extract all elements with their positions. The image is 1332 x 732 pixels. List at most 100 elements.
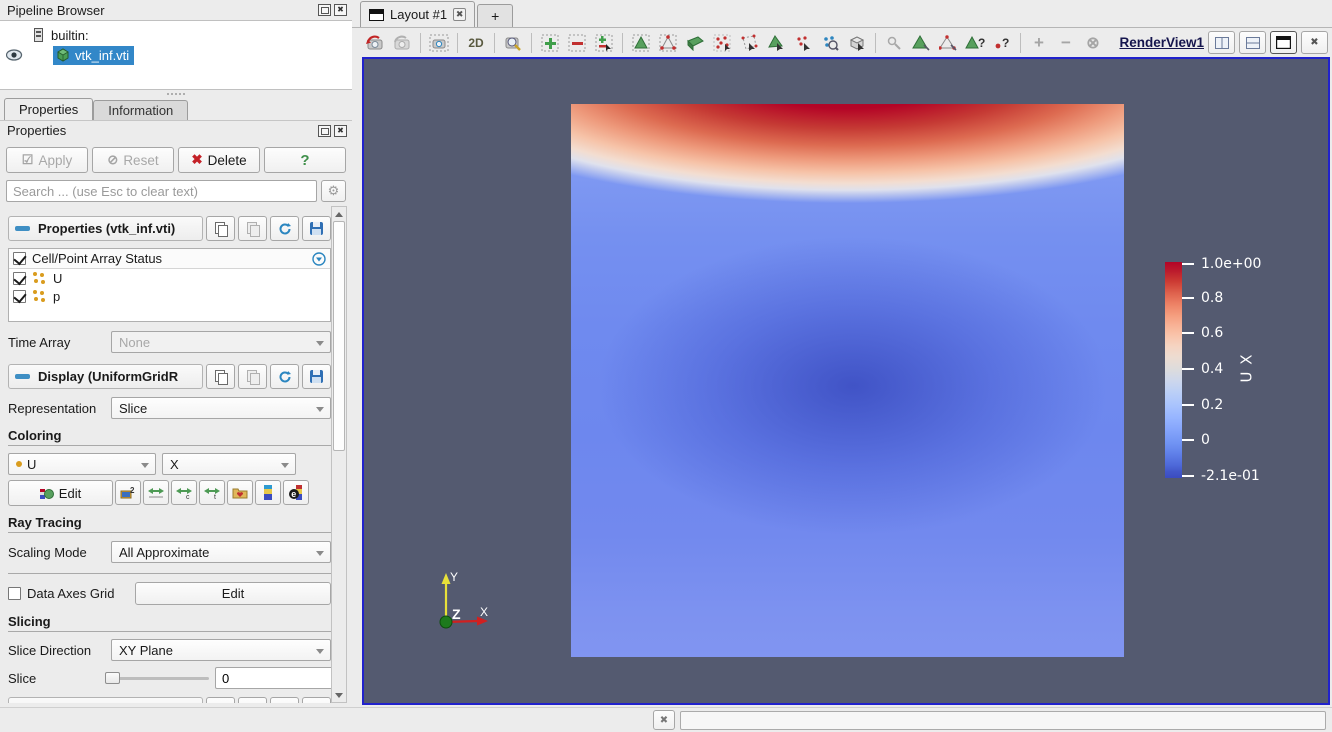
array-row-U[interactable]: U — [9, 269, 330, 287]
select-block-button[interactable] — [790, 31, 816, 55]
horizontal-splitter[interactable] — [0, 90, 352, 97]
eye-icon[interactable] — [6, 49, 23, 61]
edit-color-map-button[interactable]: Edit — [8, 480, 113, 506]
reset-button[interactable]: ⊘ Reset — [92, 147, 174, 173]
copy-properties-button[interactable] — [206, 216, 235, 241]
properties-scrollbar[interactable] — [331, 206, 347, 703]
pipeline-item-source[interactable]: vtk_inf.vti — [0, 45, 352, 65]
shrink-selection-button[interactable]: − — [1053, 31, 1079, 55]
maximize-view-button[interactable] — [1270, 31, 1297, 54]
toggle-color-legend-button[interactable] — [255, 480, 281, 505]
hover-points-button[interactable] — [881, 31, 907, 55]
color-component-combo[interactable]: X — [162, 453, 296, 475]
properties-section-header[interactable]: Properties (vtk_inf.vti) — [8, 216, 331, 241]
query-cells-button[interactable]: ? — [962, 31, 988, 55]
pipeline-item-builtin[interactable]: builtin: — [0, 25, 352, 45]
subtract-selection-button[interactable] — [564, 31, 590, 55]
capture-screenshot-button[interactable] — [426, 31, 452, 55]
render-viewport[interactable]: 1.0e+00 0.8 0.6 0.4 0.2 0 -2.1e-01 U X Y… — [362, 57, 1330, 705]
scroll-up-icon[interactable] — [333, 208, 345, 220]
refresh-icon — [278, 703, 292, 704]
query-points-button[interactable]: ? — [989, 31, 1015, 55]
scroll-down-icon[interactable] — [333, 689, 345, 701]
split-vertical-button[interactable] — [1239, 31, 1266, 54]
paste-display-button[interactable] — [238, 364, 267, 389]
close-icon[interactable]: ✖ — [334, 125, 347, 137]
copy-view-button[interactable] — [206, 697, 235, 703]
select-points-through-button[interactable] — [709, 31, 735, 55]
slice-direction-combo[interactable]: XY Plane — [111, 639, 331, 661]
slice-value-input[interactable] — [215, 667, 331, 689]
tab-information[interactable]: Information — [93, 100, 188, 120]
array-status-header[interactable]: Cell/Point Array Status — [9, 249, 330, 269]
scroll-thumb[interactable] — [333, 221, 345, 451]
paste-view-button[interactable] — [238, 697, 267, 703]
grow-selection-button[interactable]: + — [1026, 31, 1052, 55]
reset-camera-closest-button[interactable] — [389, 31, 415, 55]
render-view-name[interactable]: RenderView1 — [1119, 35, 1204, 50]
zoom-to-data-button[interactable] — [500, 31, 526, 55]
help-button[interactable]: ? — [264, 147, 346, 173]
apply-button[interactable]: ☑ Apply — [6, 147, 88, 173]
select-cells-on-button[interactable] — [628, 31, 654, 55]
toggle-selection-button[interactable] — [591, 31, 617, 55]
edit-color-legend-button[interactable]: e — [283, 480, 309, 505]
select-points-polygon-button[interactable] — [763, 31, 789, 55]
choose-preset-button[interactable] — [227, 480, 253, 505]
clear-selection-button[interactable]: ⊗ — [1080, 31, 1106, 55]
reload-display-button[interactable] — [270, 364, 299, 389]
slider-handle[interactable] — [105, 672, 120, 684]
undock-icon[interactable] — [318, 125, 331, 137]
slice-visualization[interactable] — [571, 104, 1124, 657]
select-points-on-button[interactable] — [655, 31, 681, 55]
abort-button[interactable]: ✖ — [653, 710, 675, 730]
selected-source[interactable]: vtk_inf.vti — [53, 46, 134, 65]
data-axes-edit-button[interactable]: Edit — [135, 582, 331, 605]
interactive-select-cells-button[interactable] — [817, 31, 843, 55]
new-layout-tab[interactable]: + — [477, 4, 513, 27]
close-tab-icon[interactable]: ✖ — [453, 8, 466, 21]
reload-view-button[interactable] — [270, 697, 299, 703]
reset-camera-button[interactable] — [362, 31, 388, 55]
save-defaults-button[interactable] — [302, 216, 331, 241]
slice-slider[interactable] — [105, 670, 209, 686]
reload-properties-button[interactable] — [270, 216, 299, 241]
rescale-visible-button[interactable]: t — [199, 480, 225, 505]
view-section-header[interactable]: View (Render View) — [8, 697, 331, 703]
copy-display-button[interactable] — [206, 364, 235, 389]
scaling-mode-combo[interactable]: All Approximate — [111, 541, 331, 563]
time-array-combo[interactable]: None — [111, 331, 331, 353]
rescale-temporal-button[interactable]: c — [171, 480, 197, 505]
select-mesh-points-button[interactable] — [935, 31, 961, 55]
array-row-p[interactable]: p — [9, 287, 330, 305]
add-selection-button[interactable] — [537, 31, 563, 55]
select-cells-through-button[interactable] — [682, 31, 708, 55]
array-status-checkbox[interactable] — [13, 252, 26, 265]
close-icon[interactable]: ✖ — [334, 4, 347, 16]
display-section-header[interactable]: Display (UniformGridR — [8, 364, 331, 389]
select-cells-polygon-button[interactable] — [736, 31, 762, 55]
color-legend-bar[interactable]: 1.0e+00 0.8 0.6 0.4 0.2 0 -2.1e-01 — [1165, 262, 1182, 478]
hover-cells-button[interactable] — [908, 31, 934, 55]
data-axes-grid-checkbox[interactable] — [8, 587, 21, 600]
array-p-checkbox[interactable] — [13, 290, 26, 303]
undock-icon[interactable] — [318, 4, 331, 16]
search-input[interactable] — [6, 180, 317, 202]
expand-circle-icon[interactable] — [312, 252, 326, 266]
tab-layout-1[interactable]: Layout #1 ✖ — [360, 1, 475, 27]
paste-properties-button[interactable] — [238, 216, 267, 241]
rescale-custom-range-button[interactable] — [143, 480, 169, 505]
array-U-checkbox[interactable] — [13, 272, 26, 285]
search-options-button[interactable]: ⚙ — [321, 180, 346, 202]
close-view-button[interactable]: ✖ — [1301, 31, 1328, 54]
tab-properties[interactable]: Properties — [4, 98, 93, 120]
color-array-combo[interactable]: U — [8, 453, 156, 475]
interactive-select-blocks-button[interactable] — [844, 31, 870, 55]
save-display-button[interactable] — [302, 364, 331, 389]
save-view-button[interactable] — [302, 697, 331, 703]
representation-combo[interactable]: Slice — [111, 397, 331, 419]
rescale-data-range-button[interactable]: 2 — [115, 480, 141, 505]
delete-button[interactable]: ✖ Delete — [178, 147, 260, 173]
toggle-2d-button[interactable]: 2D — [463, 31, 489, 55]
split-horizontal-button[interactable] — [1208, 31, 1235, 54]
